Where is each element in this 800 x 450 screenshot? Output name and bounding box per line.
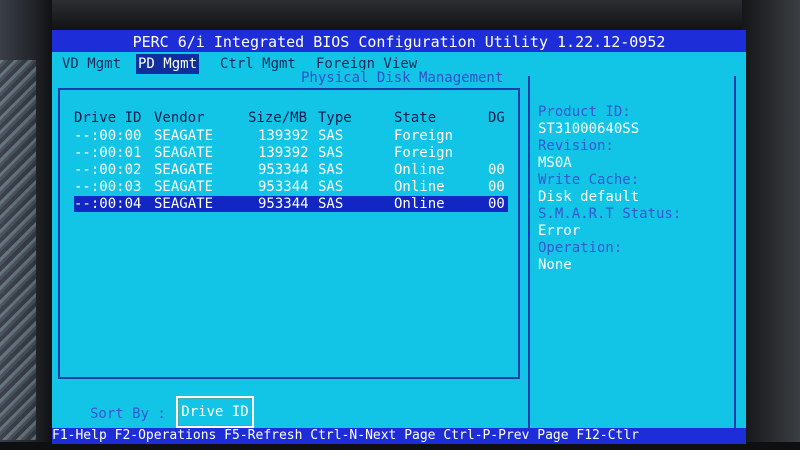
table-row[interactable]: --:00:02 SEAGATE 953344 SAS Online 00 [74, 162, 508, 178]
col-state[interactable]: State [394, 110, 436, 126]
size: 139392 [258, 145, 309, 161]
write-cache-label: Write Cache: [538, 172, 640, 188]
dg: 00 [488, 196, 505, 212]
product-id-value: ST31000640SS [538, 121, 640, 137]
vendor: SEAGATE [154, 196, 214, 212]
state: Online [394, 179, 445, 195]
vendor: SEAGATE [154, 162, 214, 178]
type: SAS [318, 145, 344, 161]
write-cache-value: Disk default [538, 189, 640, 205]
status-bar: F1-Help F2-Operations F5-Refresh Ctrl-N-… [52, 428, 746, 444]
state: Online [394, 196, 445, 212]
type: SAS [318, 179, 344, 195]
size: 953344 [258, 179, 309, 195]
revision-label: Revision: [538, 138, 614, 154]
drive-id: --:00:02 [74, 162, 142, 178]
sort-by-button[interactable]: Drive ID [176, 396, 254, 428]
smart-status-label: S.M.A.R.T Status: [538, 206, 682, 222]
type: SAS [318, 162, 344, 178]
vendor: SEAGATE [154, 179, 214, 195]
drive-id: --:00:03 [74, 179, 142, 195]
tab-vd-mgmt[interactable]: VD Mgmt [60, 54, 123, 74]
monitor-bezel-top [0, 0, 800, 30]
vendor: SEAGATE [154, 145, 214, 161]
type: SAS [318, 128, 344, 144]
smart-status-value: Error [538, 223, 581, 239]
size: 953344 [258, 162, 309, 178]
table-row[interactable]: --:00:00 SEAGATE 139392 SAS Foreign [74, 128, 508, 144]
col-dg[interactable]: DG [488, 110, 505, 126]
state: Foreign [394, 128, 454, 144]
product-id-label: Product ID: [538, 104, 631, 120]
revision-value: MS0A [538, 155, 572, 171]
drive-id: --:00:00 [74, 128, 142, 144]
dg: 00 [488, 162, 505, 178]
operation-label: Operation: [538, 240, 623, 256]
vendor: SEAGATE [154, 128, 214, 144]
col-type[interactable]: Type [318, 110, 352, 126]
table-row-selected[interactable]: --:00:04 SEAGATE 953344 SAS Online 00 [74, 196, 508, 212]
bios-screen: PERC 6/i Integrated BIOS Configuration U… [52, 30, 746, 444]
state: Online [394, 162, 445, 178]
col-vendor[interactable]: Vendor [154, 110, 205, 126]
tab-pd-mgmt[interactable]: PD Mgmt [136, 54, 200, 74]
title-bar: PERC 6/i Integrated BIOS Configuration U… [52, 30, 746, 52]
sort-by-label: Sort By : [90, 406, 166, 422]
tab-ctrl-mgmt[interactable]: Ctrl Mgmt [218, 54, 298, 74]
monitor-bezel-right [742, 0, 800, 450]
type: SAS [318, 196, 344, 212]
dg: 00 [488, 179, 505, 195]
background-cables [0, 60, 36, 440]
col-size[interactable]: Size/MB [248, 110, 307, 126]
drive-id: --:00:01 [74, 145, 142, 161]
table-row[interactable]: --:00:01 SEAGATE 139392 SAS Foreign [74, 145, 508, 161]
drive-id: --:00:04 [74, 196, 142, 212]
col-drive-id[interactable]: Drive ID [74, 110, 141, 126]
table-row[interactable]: --:00:03 SEAGATE 953344 SAS Online 00 [74, 179, 508, 195]
state: Foreign [394, 145, 454, 161]
size: 953344 [258, 196, 309, 212]
size: 139392 [258, 128, 309, 144]
panel-title: Physical Disk Management [298, 70, 507, 86]
operation-value: None [538, 257, 572, 273]
